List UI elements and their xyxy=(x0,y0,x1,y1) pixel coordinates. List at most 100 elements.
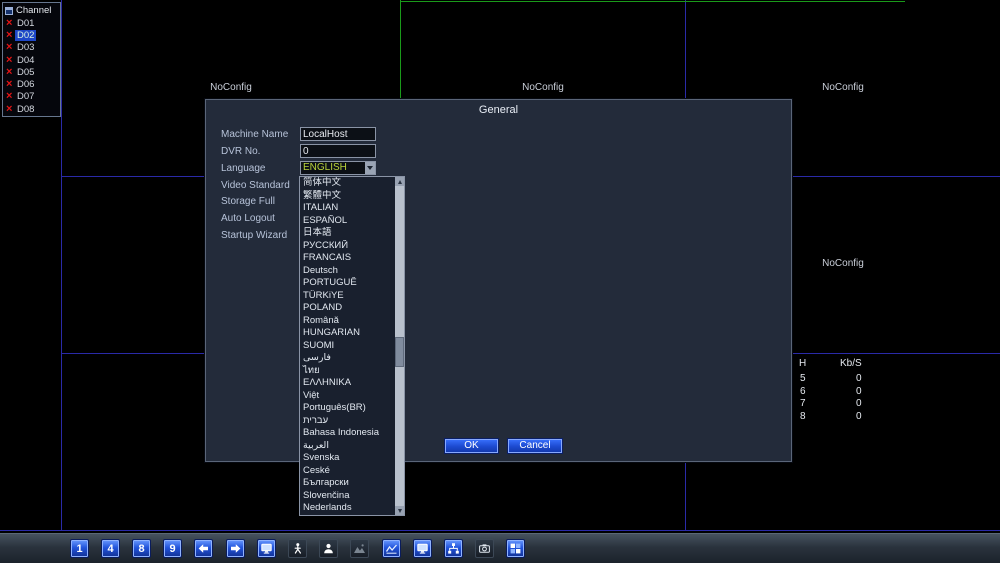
channel-error-icon: × xyxy=(6,16,13,29)
color-setting-button[interactable] xyxy=(350,539,369,558)
video-cell-label: NoConfig xyxy=(210,82,252,93)
bitrate-value: 0 xyxy=(856,411,862,423)
network-button[interactable] xyxy=(444,539,463,558)
waveform-button[interactable] xyxy=(382,539,401,558)
language-option[interactable]: HUNGARIAN xyxy=(300,327,395,340)
bitrate-channel-number: 7 xyxy=(800,398,806,410)
language-select[interactable]: ENGLISH xyxy=(300,161,376,175)
scroll-up-icon[interactable] xyxy=(395,177,404,186)
ptz-button[interactable] xyxy=(288,539,307,558)
dvr-no-label: DVR No. xyxy=(221,145,261,157)
general-dialog: General Machine Name DVR No. Language EN… xyxy=(205,99,792,462)
chevron-down-icon[interactable] xyxy=(365,162,375,174)
language-option[interactable]: 简体中文 xyxy=(300,177,395,190)
language-option[interactable]: PORTUGUÊ xyxy=(300,277,395,290)
snapshot-button[interactable] xyxy=(475,539,494,558)
language-option[interactable]: Việt xyxy=(300,390,395,403)
network-icon xyxy=(447,542,460,555)
channel-error-icon: × xyxy=(6,65,13,78)
single-view-button[interactable]: 1 xyxy=(70,539,89,558)
channel-label: D06 xyxy=(17,79,35,91)
video-cell-label: NoConfig xyxy=(522,82,564,93)
page-left-button[interactable] xyxy=(194,539,213,558)
bitrate-value: 0 xyxy=(856,398,862,410)
language-option[interactable]: SUOMI xyxy=(300,340,395,353)
machine-name-label: Machine Name xyxy=(221,128,289,140)
channel-error-icon: × xyxy=(6,102,13,115)
user-button[interactable] xyxy=(319,539,338,558)
screen-button[interactable] xyxy=(257,539,276,558)
channel-item-d02[interactable]: × D02 xyxy=(3,29,60,41)
channel-item-d04[interactable]: × D04 xyxy=(3,54,60,66)
channel-label: D02 xyxy=(15,29,37,41)
language-option[interactable]: Português(BR) xyxy=(300,402,395,415)
language-option[interactable]: ΕΛΛΗΝΙΚΑ xyxy=(300,377,395,390)
mountain-icon xyxy=(353,542,366,555)
channel-item-d06[interactable]: × D06 xyxy=(3,78,60,91)
channel-item-d03[interactable]: × D03 xyxy=(3,42,60,54)
language-option[interactable]: Svenska xyxy=(300,452,395,465)
language-option[interactable]: Български xyxy=(300,477,395,490)
channel-label: D07 xyxy=(17,91,35,103)
language-option[interactable]: 日本語 xyxy=(300,227,395,240)
walking-person-icon xyxy=(291,542,304,555)
display-button[interactable] xyxy=(413,539,432,558)
grid-line-bottom xyxy=(0,530,1000,531)
page-right-button[interactable] xyxy=(226,539,245,558)
channel-item-d08[interactable]: × D08 xyxy=(3,103,60,115)
language-option[interactable]: POLAND xyxy=(300,302,395,315)
chart-icon xyxy=(385,542,398,555)
language-options-list: 简体中文 繁體中文 ITALIAN ESPAÑOL 日本語 РУССКИЙ FRANCAIS… xyxy=(300,177,395,515)
scroll-down-icon[interactable] xyxy=(395,506,404,515)
auto-logout-label: Auto Logout xyxy=(221,212,275,224)
language-option[interactable]: РУССКИЙ xyxy=(300,240,395,253)
channel-item-d01[interactable]: × D01 xyxy=(3,17,60,29)
channel-item-d05[interactable]: × D05 xyxy=(3,66,60,78)
language-option[interactable]: Bahasa Indonesia xyxy=(300,427,395,440)
dvr-no-input[interactable] xyxy=(300,144,376,158)
channel-label: D01 xyxy=(17,17,35,29)
channel-error-icon: × xyxy=(6,78,13,91)
language-option[interactable]: FRANCAIS xyxy=(300,252,395,265)
language-option[interactable]: Slovenčina xyxy=(300,490,395,503)
language-option[interactable]: 繁體中文 xyxy=(300,190,395,203)
language-option[interactable]: ESPAÑOL xyxy=(300,215,395,228)
channel-panel-header: Channel xyxy=(3,3,60,17)
channel-label: D05 xyxy=(17,66,35,78)
channel-item-d07[interactable]: × D07 xyxy=(3,91,60,103)
language-option[interactable]: فارسی xyxy=(300,352,395,365)
language-option[interactable]: Nederlands xyxy=(300,502,395,515)
dialog-title: General xyxy=(478,104,519,116)
channel-label: D08 xyxy=(17,103,35,115)
dvr-main-screen: NoConfigNoConfigNoConfigNoConfigNoConfig… xyxy=(0,0,1000,563)
language-option[interactable]: العربية xyxy=(300,440,395,453)
language-selected-value: ENGLISH xyxy=(303,162,347,173)
channel-error-icon: × xyxy=(6,90,13,103)
nine-view-button[interactable]: 9 xyxy=(163,539,182,558)
bitrate-table: H Kb/S 5 0 6 0 7 0 8 0 xyxy=(796,358,891,428)
channel-list: × D01 × D02 × D03 × D04 × D05 × D06 × D07 × D08 xyxy=(3,17,60,115)
cancel-button[interactable]: Cancel xyxy=(507,438,563,454)
channel-error-icon: × xyxy=(6,53,13,66)
taskbar: 1 4 8 9 xyxy=(0,533,1000,563)
language-option[interactable]: TÜRKiYE xyxy=(300,290,395,303)
dropdown-scrollbar[interactable] xyxy=(395,177,404,515)
language-option[interactable]: Ceské xyxy=(300,465,395,478)
machine-name-input[interactable] xyxy=(300,127,376,141)
quad-view-button[interactable]: 4 xyxy=(101,539,120,558)
multi-channel-button[interactable] xyxy=(506,539,525,558)
bitrate-value: 0 xyxy=(856,385,862,397)
eight-view-button[interactable]: 8 xyxy=(132,539,151,558)
channel-error-icon: × xyxy=(6,41,13,54)
language-option[interactable]: Română xyxy=(300,315,395,328)
channel-panel: Channel × D01 × D02 × D03 × D04 × D05 × D06 × D07 × D08 xyxy=(2,2,61,117)
scrollbar-thumb[interactable] xyxy=(395,337,404,367)
language-option[interactable]: עברית xyxy=(300,415,395,428)
channel-error-icon: × xyxy=(6,28,13,41)
ok-button[interactable]: OK xyxy=(444,438,499,454)
channel-window-icon xyxy=(5,6,13,15)
language-option[interactable]: ITALIAN xyxy=(300,202,395,215)
eight-view-glyph: 8 xyxy=(138,542,145,555)
language-option[interactable]: ไทย xyxy=(300,365,395,378)
language-option[interactable]: Deutsch xyxy=(300,265,395,278)
